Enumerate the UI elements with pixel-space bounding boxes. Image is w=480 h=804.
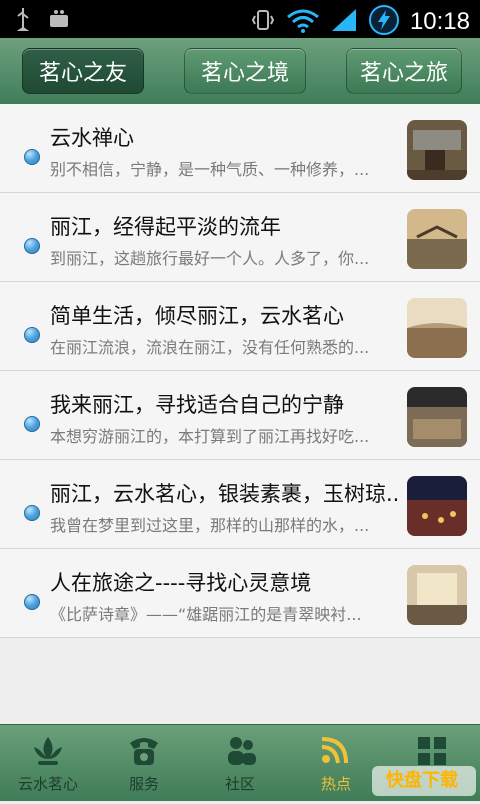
tab-label: 茗心之旅 bbox=[359, 61, 448, 86]
thumbnail-image bbox=[407, 387, 467, 447]
clock: 10:18 bbox=[409, 8, 470, 35]
android-icon bbox=[46, 6, 72, 36]
rss-icon bbox=[316, 733, 356, 769]
bullet-icon bbox=[24, 327, 40, 343]
status-bar: 10:18 bbox=[0, 0, 480, 38]
tab-label: 茗心之境 bbox=[200, 61, 289, 86]
tab-community[interactable]: 社区 bbox=[192, 725, 288, 801]
wifi-icon bbox=[286, 7, 320, 37]
item-title: 丽江，经得起平淡的流年 bbox=[50, 215, 281, 239]
item-title: 人在旅途之----寻找心灵意境 bbox=[50, 571, 312, 595]
tab-label: 茗心之友 bbox=[38, 61, 127, 86]
list-item[interactable]: 丽江，经得起平淡的流年 到丽江，这趟旅行最好一个人。人多了，你... bbox=[0, 193, 480, 282]
bullet-icon bbox=[24, 505, 40, 521]
item-title: 我来丽江，寻找适合自己的宁静 bbox=[50, 393, 344, 417]
phone-icon bbox=[124, 733, 164, 769]
item-description: 《比萨诗章》——“雄踞丽江的是青翠映衬... bbox=[50, 605, 362, 624]
list-item[interactable]: 丽江，云水茗心，银装素裹，玉树琼... 我曾在梦里到过这里，那样的山那样的水，.… bbox=[0, 460, 480, 549]
thumbnail-image bbox=[407, 209, 467, 269]
tab-label: 社区 bbox=[224, 775, 255, 793]
article-list: 云水禅心 别不相信，宁静，是一种气质、一种修养，... 丽江，经得起平淡的流年 … bbox=[0, 104, 480, 638]
top-tab-bar: 茗心之友 茗心之境 茗心之旅 bbox=[0, 38, 480, 105]
battery-charging-icon bbox=[368, 4, 400, 40]
tab-label: 服务 bbox=[128, 775, 159, 793]
list-item[interactable]: 我来丽江，寻找适合自己的宁静 本想穷游丽江的，本打算到了丽江再找好吃... bbox=[0, 371, 480, 460]
thumbnail-image bbox=[407, 120, 467, 180]
people-icon bbox=[220, 733, 260, 769]
tab-service[interactable]: 服务 bbox=[96, 725, 192, 801]
list-item[interactable]: 云水禅心 别不相信，宁静，是一种气质、一种修养，... bbox=[0, 104, 480, 193]
item-title: 丽江，云水茗心，银装素裹，玉树琼... bbox=[50, 482, 400, 506]
item-description: 本想穷游丽江的，本打算到了丽江再找好吃... bbox=[50, 427, 370, 446]
bullet-icon bbox=[24, 416, 40, 432]
item-title: 云水禅心 bbox=[50, 126, 134, 150]
item-description: 到丽江，这趟旅行最好一个人。人多了，你... bbox=[50, 249, 370, 268]
signal-icon bbox=[330, 7, 358, 37]
item-description: 我曾在梦里到过这里，那样的山那样的水，... bbox=[50, 516, 370, 535]
usb-icon bbox=[14, 6, 32, 36]
tab-mingxin-realm[interactable]: 茗心之境 bbox=[184, 48, 306, 94]
list-item[interactable]: 简单生活，倾尽丽江，云水茗心 在丽江流浪，流浪在丽江，没有任何熟悉的... bbox=[0, 282, 480, 371]
tab-mingxin-journey[interactable]: 茗心之旅 bbox=[346, 48, 462, 94]
bullet-icon bbox=[24, 594, 40, 610]
tab-yunshui-mingxin[interactable]: 云水茗心 bbox=[0, 725, 96, 801]
item-description: 在丽江流浪，流浪在丽江，没有任何熟悉的... bbox=[50, 338, 370, 357]
bullet-icon bbox=[24, 149, 40, 165]
tab-label: 云水茗心 bbox=[17, 775, 78, 793]
thumbnail-image bbox=[407, 298, 467, 358]
brand-text: 快盘下载 bbox=[386, 770, 458, 791]
list-item[interactable]: 人在旅途之----寻找心灵意境 《比萨诗章》——“雄踞丽江的是青翠映衬... bbox=[0, 549, 480, 638]
thumbnail-image bbox=[407, 565, 467, 625]
thumbnail-image bbox=[407, 476, 467, 536]
vibrate-icon bbox=[250, 7, 276, 37]
lotus-icon bbox=[28, 733, 68, 769]
bullet-icon bbox=[24, 238, 40, 254]
tab-mingxin-friend[interactable]: 茗心之友 bbox=[22, 48, 144, 94]
item-title: 简单生活，倾尽丽江，云水茗心 bbox=[50, 304, 344, 328]
item-description: 别不相信，宁静，是一种气质、一种修养，... bbox=[50, 160, 370, 179]
